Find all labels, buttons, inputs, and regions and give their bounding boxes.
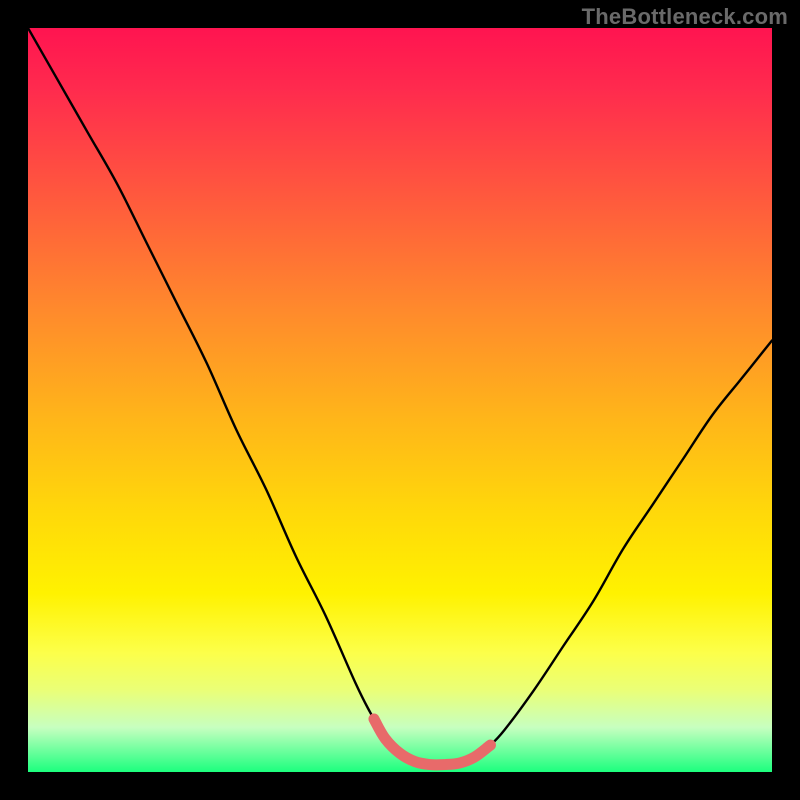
- curve-layer: [28, 28, 772, 772]
- bottleneck-curve: [28, 28, 772, 765]
- attribution-label: TheBottleneck.com: [582, 4, 788, 30]
- chart-frame: TheBottleneck.com: [0, 0, 800, 800]
- plot-area: [28, 28, 772, 772]
- bottleneck-highlight: [374, 719, 491, 765]
